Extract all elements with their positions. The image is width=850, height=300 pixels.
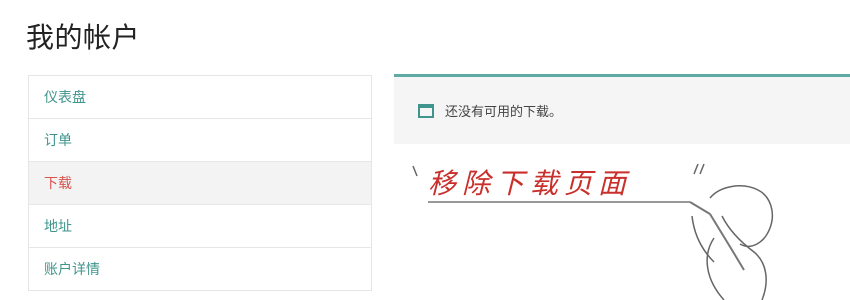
sidebar-item-label: 订单 [44, 133, 72, 149]
sidebar-item-orders[interactable]: 订单 [29, 119, 371, 162]
sidebar-item-addresses[interactable]: 地址 [29, 205, 371, 248]
sidebar-item-dashboard[interactable]: 仪表盘 [29, 76, 371, 119]
remove-downloads-illustration: 移除下载页面 [410, 158, 850, 300]
downloads-notice: 还没有可用的下载。 [394, 74, 850, 144]
sidebar-item-label: 地址 [44, 219, 72, 235]
sidebar-item-label: 仪表盘 [44, 90, 86, 106]
sidebar-item-label: 账户详情 [44, 262, 100, 278]
page-title: 我的帐户 [26, 21, 141, 54]
notice-text: 还没有可用的下载。 [445, 105, 563, 120]
square-icon [417, 103, 435, 119]
account-navigation: 仪表盘 订单 下载 地址 账户详情 [28, 75, 372, 291]
sidebar-item-label: 下载 [44, 176, 72, 192]
remove-downloads-text: 移除下载页面 [428, 167, 633, 200]
sidebar-item-downloads[interactable]: 下载 [29, 162, 371, 205]
sidebar-item-account-details[interactable]: 账户详情 [29, 248, 371, 291]
